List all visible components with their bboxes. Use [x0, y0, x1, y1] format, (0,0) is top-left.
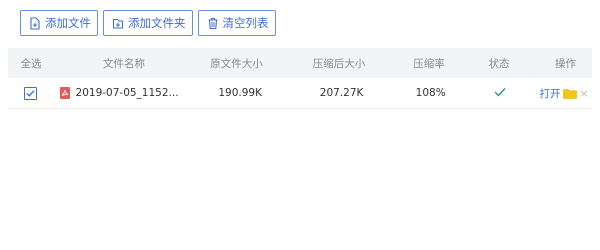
compressed-size: 207.27K [319, 87, 364, 99]
header-select-all[interactable]: 全选 [8, 56, 54, 71]
file-name: 2019-07-05_1152... [75, 87, 179, 99]
file-plus-icon [30, 16, 40, 30]
table-header: 全选 文件名称 原文件大小 压缩后大小 压缩率 状态 操作 [8, 48, 592, 78]
folder-icon[interactable] [562, 88, 577, 99]
clear-list-button[interactable]: 清空列表 [197, 10, 276, 36]
checkmark-icon [494, 87, 506, 97]
file-table: 全选 文件名称 原文件大小 压缩后大小 压缩率 状态 操作 2019-07-05… [8, 48, 592, 109]
table-row: 2019-07-05_1152... 190.99K 207.27K 108% … [8, 78, 592, 109]
compression-ratio: 108% [415, 87, 446, 99]
original-size: 190.99K [218, 87, 262, 99]
row-select-cell [8, 86, 54, 100]
folder-plus-icon [112, 18, 124, 29]
open-link[interactable]: 打开 [540, 86, 561, 101]
status-cell [460, 87, 539, 100]
checkmark-icon [26, 89, 35, 97]
header-compressed-size: 压缩后大小 [312, 57, 366, 70]
add-file-label: 添加文件 [45, 16, 91, 30]
header-original-size: 原文件大小 [210, 57, 263, 70]
header-status: 状态 [488, 57, 510, 70]
toolbar: 添加文件 添加文件夹 清空列表 [20, 10, 276, 36]
trash-icon [208, 17, 217, 29]
clear-list-label: 清空列表 [222, 16, 269, 30]
header-ratio: 压缩率 [413, 57, 445, 70]
row-checkbox[interactable] [24, 86, 38, 100]
close-icon[interactable]: × [580, 87, 589, 100]
add-file-button[interactable]: 添加文件 [20, 10, 98, 36]
header-actions: 操作 [555, 57, 576, 70]
add-folder-button[interactable]: 添加文件夹 [103, 10, 193, 36]
actions-cell: 打开 × [540, 86, 592, 101]
add-folder-label: 添加文件夹 [128, 16, 186, 30]
header-file-name: 文件名称 [103, 57, 145, 70]
pdf-icon [59, 87, 70, 99]
file-name-cell: 2019-07-05_1152... [54, 87, 199, 99]
